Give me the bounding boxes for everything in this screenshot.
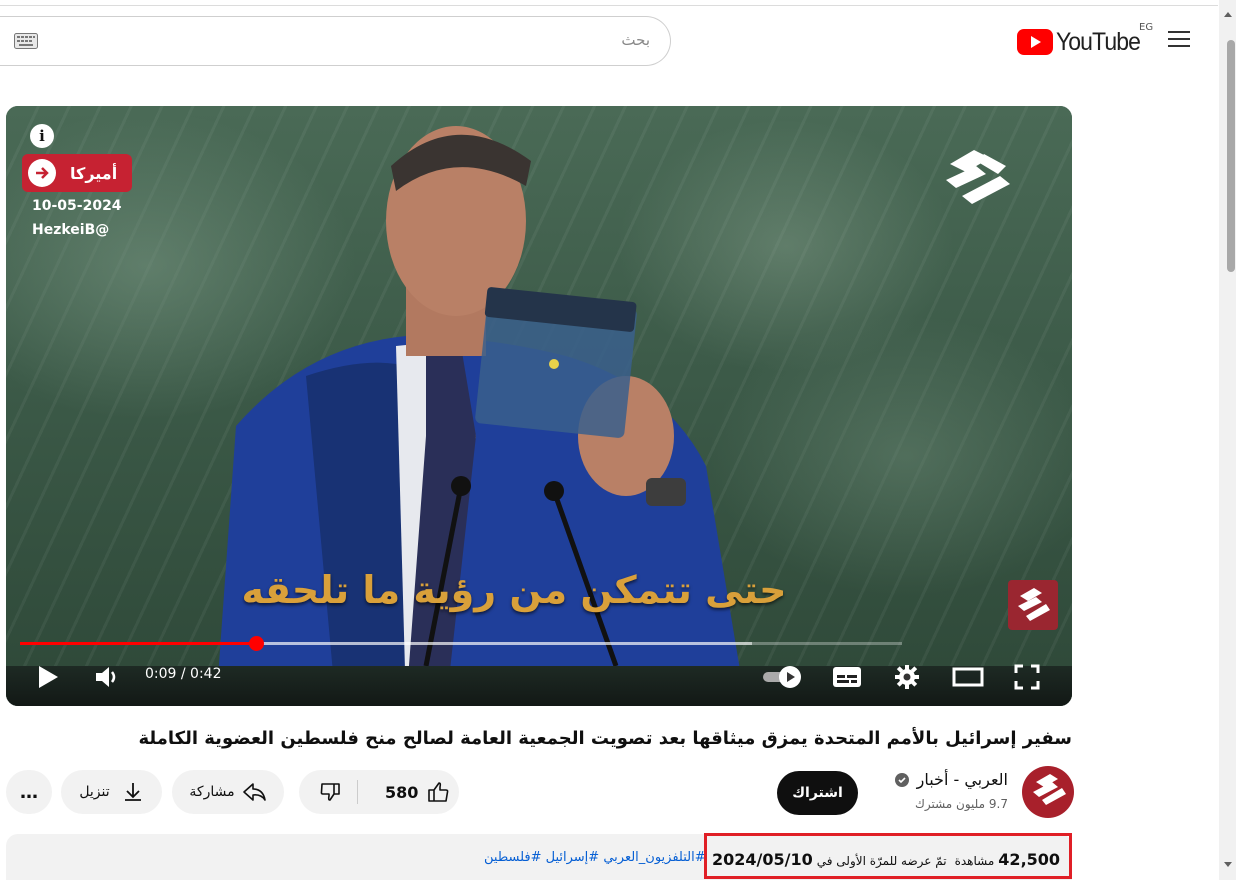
- volume-icon: [96, 667, 116, 687]
- progress-played: [20, 642, 257, 645]
- search-input[interactable]: بحث: [0, 16, 671, 66]
- arrow-right-icon: [28, 159, 56, 187]
- channel-avatar[interactable]: [1022, 766, 1074, 818]
- page-scrollbar[interactable]: [1219, 0, 1236, 880]
- more-actions-button[interactable]: …: [6, 770, 52, 814]
- like-count[interactable]: 580: [385, 783, 418, 802]
- download-icon: [124, 783, 141, 801]
- channel-name[interactable]: العربي - أخبار: [894, 770, 1008, 789]
- channel-name-text[interactable]: العربي - أخبار: [917, 770, 1008, 789]
- view-count: 42,500: [998, 850, 1061, 869]
- subtitles-icon: [833, 667, 861, 687]
- keyboard-icon[interactable]: [14, 33, 38, 49]
- like-separator: [357, 780, 358, 804]
- youtube-watch-page: بحث YouTube EG i أميركا 10-05-2024 Hezke…: [0, 0, 1236, 880]
- subscribe-button[interactable]: اشتراك: [777, 771, 858, 815]
- search-placeholder: بحث: [621, 31, 650, 49]
- time-display: 0:09 / 0:42: [145, 666, 222, 682]
- scroll-down-arrow-icon[interactable]: [1224, 862, 1232, 867]
- settings-button[interactable]: [894, 662, 920, 692]
- dislike-icon[interactable]: [319, 780, 343, 804]
- youtube-logo[interactable]: YouTube: [1017, 28, 1147, 56]
- theater-icon: [952, 667, 984, 687]
- scroll-up-arrow-icon[interactable]: [1224, 12, 1232, 17]
- region-label: EG: [1139, 22, 1154, 33]
- share-icon: [242, 783, 266, 801]
- autoplay-toggle-icon: [763, 666, 801, 688]
- play-button[interactable]: [36, 662, 60, 692]
- fullscreen-button[interactable]: [1014, 662, 1040, 692]
- like-dislike-group: 580: [299, 770, 459, 814]
- logo-wordmark: YouTube: [1056, 27, 1141, 56]
- mini-channel-logo: [1008, 580, 1058, 630]
- download-label: تنزيل: [79, 784, 110, 800]
- video-title: سفير إسرائيل بالأمم المتحدة يمزق ميثاقها…: [138, 728, 1072, 749]
- video-player[interactable]: i أميركا 10-05-2024 HezkeiB@ حتى تتمكن م…: [6, 106, 1072, 706]
- youtube-play-icon: [1017, 29, 1053, 55]
- premiere-label: تمّ عرضه للمرّة الأولى في: [816, 854, 947, 868]
- progress-bar[interactable]: [20, 636, 902, 651]
- video-subtitle: حتى تتمكن من رؤية ما تلحقه: [241, 568, 787, 612]
- subtitles-button[interactable]: [832, 662, 862, 692]
- share-button[interactable]: مشاركة: [172, 770, 284, 814]
- hashtag-links[interactable]: #التلفزيون_العربي #إسرائيل #فلسطين: [484, 850, 706, 865]
- more-actions-icon: …: [20, 781, 38, 803]
- menu-icon[interactable]: [1164, 28, 1194, 52]
- like-icon[interactable]: [426, 780, 450, 804]
- video-stats: 2024/05/10 تمّ عرضه للمرّة الأولى في مشا…: [712, 850, 1060, 869]
- views-label: مشاهدة: [954, 854, 995, 868]
- share-label: مشاركة: [189, 784, 235, 800]
- overlay-date: 10-05-2024: [32, 198, 122, 214]
- subscriber-count: 9.7 مليون مشترك: [914, 797, 1008, 811]
- channel-watermark-icon: [946, 150, 1010, 204]
- top-divider: [0, 5, 1218, 6]
- volume-button[interactable]: [94, 662, 122, 692]
- video-frame: [6, 106, 1072, 706]
- settings-icon: [895, 665, 919, 689]
- autoplay-toggle[interactable]: [762, 662, 804, 692]
- play-icon: [39, 666, 58, 688]
- overlay-handle: HezkeiB@: [32, 222, 110, 238]
- fullscreen-icon: [1014, 664, 1040, 690]
- location-tag-label: أميركا: [70, 163, 118, 183]
- download-button[interactable]: تنزيل: [61, 770, 162, 814]
- info-icon[interactable]: i: [30, 124, 54, 148]
- publish-date: 2024/05/10: [712, 850, 813, 869]
- speaker-figure: [216, 126, 746, 706]
- location-tag: أميركا: [22, 154, 132, 192]
- scrollbar-thumb[interactable]: [1227, 40, 1235, 272]
- verified-check-icon: [894, 772, 909, 787]
- theater-button[interactable]: [952, 662, 984, 692]
